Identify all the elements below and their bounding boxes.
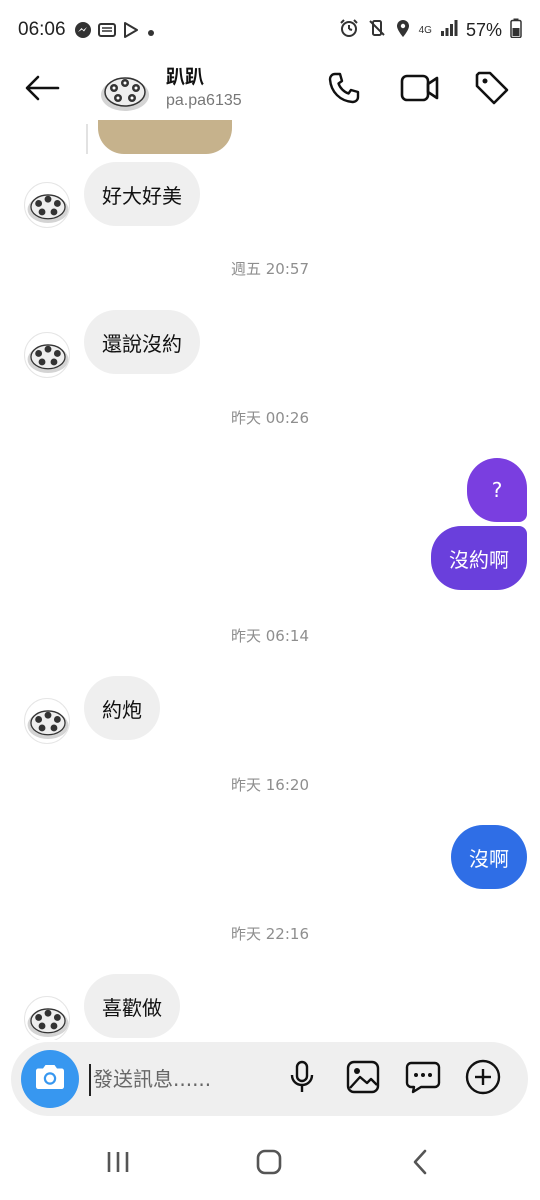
location-icon (395, 18, 411, 42)
message-text: ? (491, 478, 503, 502)
chat-header: 趴趴 pa.pa6135 (0, 60, 540, 120)
message-timestamp: 週五 20:57 (231, 260, 309, 278)
recent-apps-icon (105, 1150, 131, 1178)
sticker-button[interactable] (400, 1056, 446, 1102)
phone-icon (327, 71, 361, 109)
battery-percent: 57% (465, 19, 502, 40)
back-button[interactable] (20, 70, 64, 110)
header-avatar[interactable] (98, 64, 152, 118)
video-icon (400, 73, 440, 107)
message-timestamp: 昨天 22:16 (231, 925, 309, 943)
microphone-icon (287, 1060, 317, 1098)
message-text: 喜歡做 (102, 995, 162, 1020)
sender-avatar[interactable] (24, 182, 70, 228)
audio-call-button[interactable] (322, 68, 366, 112)
message-text: 沒約啊 (449, 547, 509, 572)
back-icon (410, 1148, 430, 1180)
message-bubble-incoming[interactable]: 約炮 (84, 676, 160, 740)
vibrate-mute-icon (367, 18, 387, 42)
status-bar: 06:06 4G 57% (0, 0, 540, 60)
network-4g-label: 4G (418, 24, 432, 36)
status-time: 06:06 (18, 19, 66, 40)
contact-username[interactable]: pa.pa6135 (166, 92, 242, 110)
message-text: 好大好美 (102, 183, 182, 208)
status-right-icons: 4G 57% (339, 18, 522, 42)
voice-message-button[interactable] (279, 1056, 325, 1102)
message-bubble-incoming[interactable]: 好大好美 (84, 162, 200, 226)
video-call-button[interactable] (398, 68, 442, 112)
sender-avatar[interactable] (24, 332, 70, 378)
sender-avatar[interactable] (24, 698, 70, 744)
text-caret (89, 1064, 91, 1096)
notes-icon (98, 22, 116, 42)
camera-icon (33, 1063, 67, 1095)
status-left-icons (74, 21, 156, 43)
message-text: 約炮 (102, 697, 142, 722)
reply-line (86, 124, 88, 154)
camera-button[interactable] (21, 1050, 79, 1108)
message-bubble-outgoing[interactable]: ? (467, 458, 527, 522)
message-bubble-outgoing[interactable]: 沒約啊 (431, 526, 527, 590)
gallery-icon (346, 1060, 380, 1098)
recent-apps-button[interactable] (88, 1142, 148, 1186)
gallery-button[interactable] (340, 1056, 386, 1102)
sticker-chat-icon (405, 1060, 441, 1098)
message-timestamp: 昨天 06:14 (231, 627, 309, 645)
message-composer (11, 1042, 528, 1116)
tag-icon (474, 70, 510, 110)
dot-icon (146, 23, 156, 42)
play-store-icon (122, 21, 140, 43)
message-text: 還說沒約 (102, 331, 182, 356)
back-arrow-icon (24, 74, 60, 106)
contact-name[interactable]: 趴趴 (166, 62, 204, 89)
system-back-button[interactable] (390, 1142, 450, 1186)
signal-icon (440, 19, 458, 41)
sender-avatar[interactable] (24, 996, 70, 1040)
home-button[interactable] (239, 1142, 299, 1186)
messenger-icon (74, 21, 92, 43)
tag-button[interactable] (470, 68, 514, 112)
media-message[interactable] (98, 120, 232, 154)
message-bubble-incoming[interactable]: 還說沒約 (84, 310, 200, 374)
message-timestamp: 昨天 16:20 (231, 776, 309, 794)
message-input[interactable] (93, 1054, 283, 1104)
home-icon (255, 1148, 283, 1180)
message-text: 沒啊 (469, 846, 509, 871)
message-list[interactable]: 好大好美 週五 20:57 還說沒約 昨天 00:26 ? 沒約啊 昨天 06:… (0, 120, 540, 1040)
message-bubble-outgoing[interactable]: 沒啊 (451, 825, 527, 889)
battery-icon (510, 18, 522, 42)
more-button[interactable] (460, 1056, 506, 1102)
message-timestamp: 昨天 00:26 (231, 409, 309, 427)
system-nav-bar (0, 1126, 540, 1200)
message-bubble-incoming[interactable]: 喜歡做 (84, 974, 180, 1038)
plus-icon (465, 1059, 501, 1099)
alarm-icon (339, 18, 359, 42)
